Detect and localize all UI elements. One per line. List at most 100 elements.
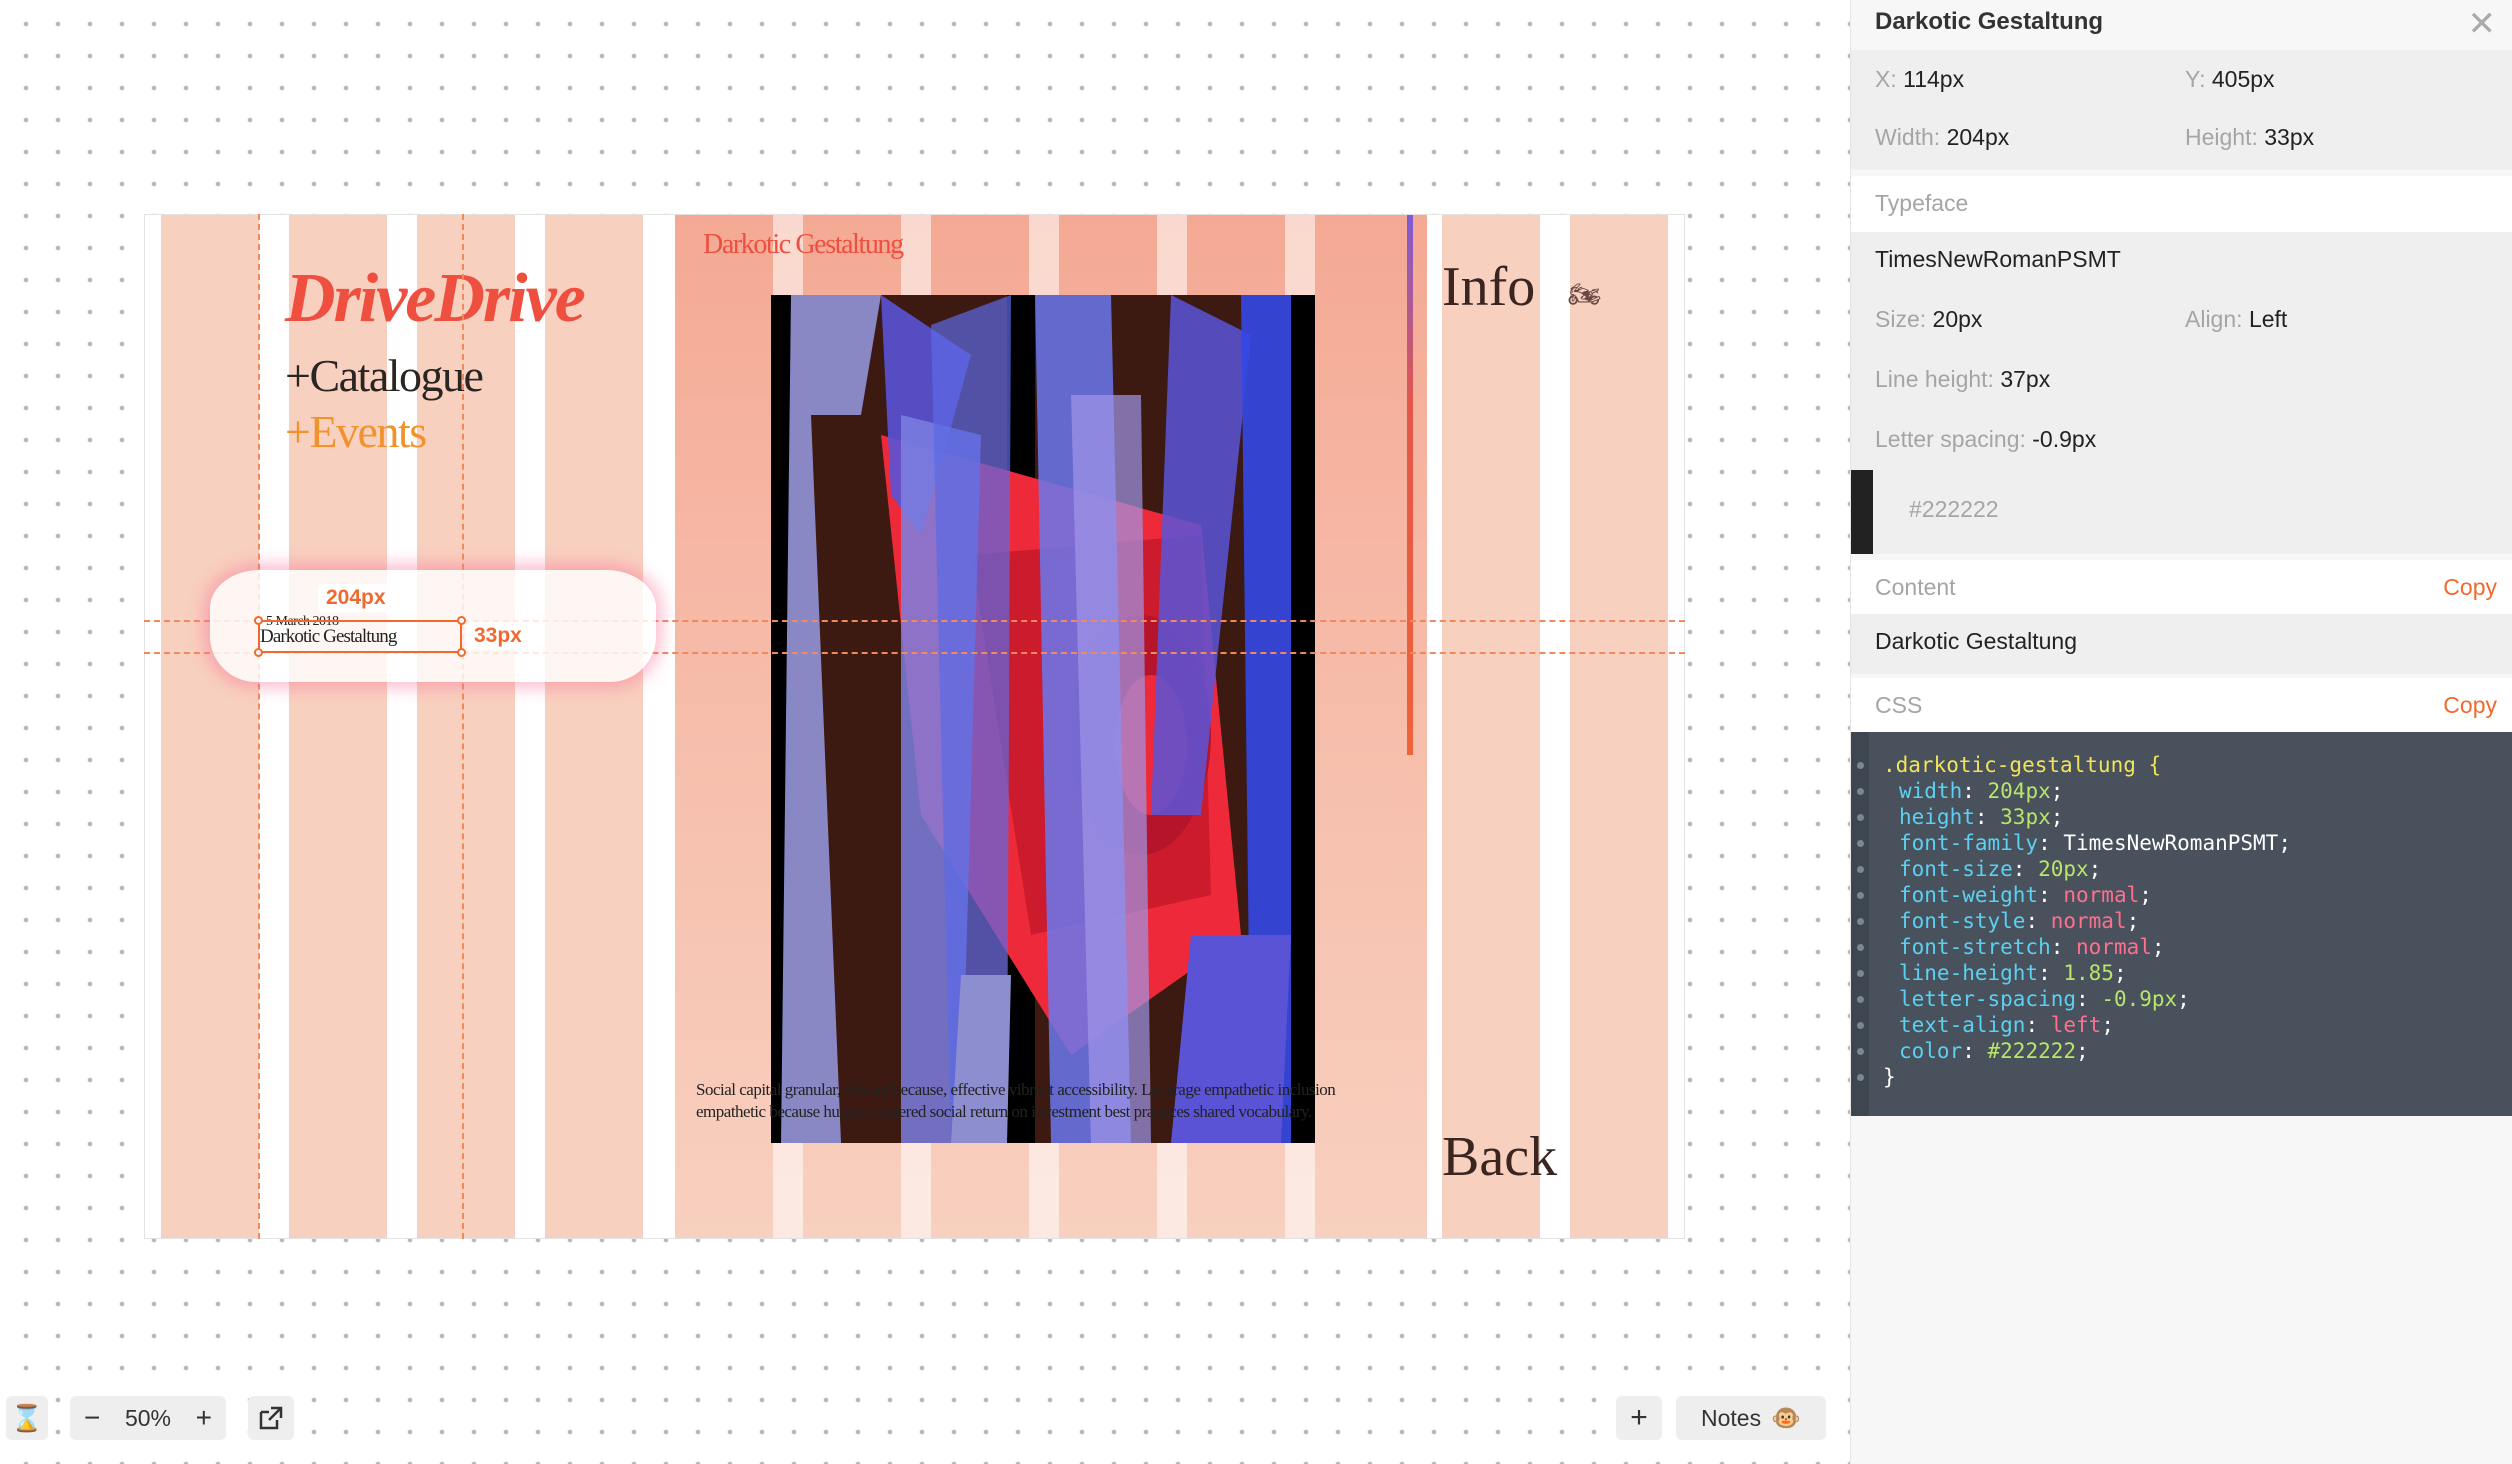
zoom-control: − 50% + <box>70 1396 226 1440</box>
grid-column <box>161 215 259 1238</box>
copy-css-button[interactable]: Copy <box>2443 692 2497 719</box>
css-line: text-align: left; <box>1883 1012 2512 1038</box>
gutter-dot <box>1857 840 1864 847</box>
css-colon: : <box>1962 779 1988 803</box>
css-value: -0.9px <box>2101 987 2178 1011</box>
notes-button[interactable]: Notes 🐵 <box>1676 1396 1826 1440</box>
code-gutter <box>1851 732 1869 1116</box>
artboard[interactable]: DriveDrive +Catalogue +Events Darkotic G… <box>144 214 1685 1239</box>
nav-events[interactable]: +Events <box>285 405 427 458</box>
css-colon: : <box>2076 987 2102 1011</box>
css-semicolon: ; <box>2151 935 2165 959</box>
css-line: height: 33px; <box>1883 804 2512 830</box>
back-link[interactable]: Back <box>1442 1125 1557 1189</box>
x-value[interactable]: 114px <box>1903 66 1964 92</box>
monkey-icon: 🐵 <box>1771 1404 1801 1432</box>
poster-art <box>771 295 1315 1143</box>
gutter-dot <box>1857 1022 1864 1029</box>
zoom-in-button[interactable]: + <box>196 1402 212 1434</box>
letter-spacing-label: Letter spacing: <box>1875 426 2026 452</box>
grid-column <box>1442 215 1540 1238</box>
gutter-dot <box>1857 996 1864 1003</box>
selection-box[interactable] <box>254 616 466 657</box>
line-height-label: Line height: <box>1875 366 1994 392</box>
close-icon[interactable]: ✕ <box>2468 4 2497 44</box>
gutter-dot <box>1857 1074 1864 1081</box>
css-property: color <box>1899 1039 1963 1063</box>
css-semicolon: ; <box>2050 805 2064 829</box>
align-value[interactable]: Left <box>2249 306 2287 332</box>
css-semicolon: ; <box>2126 909 2140 933</box>
resize-handle[interactable] <box>254 616 263 625</box>
motorcycle-icon[interactable]: 🏍 <box>1568 279 1601 310</box>
content-section: Darkotic Gestaltung <box>1851 614 2512 674</box>
css-code-block[interactable]: .darkotic-gestaltung { width: 204px; heig… <box>1851 732 2512 1116</box>
typeface-value[interactable]: TimesNewRomanPSMT <box>1875 246 2121 273</box>
css-close: } <box>1883 1065 1896 1089</box>
color-value-row: #222222 <box>1851 496 2512 526</box>
size-value[interactable]: 20px <box>1933 306 1983 332</box>
letter-spacing-value[interactable]: -0.9px <box>2032 426 2096 452</box>
css-colon: : <box>2038 961 2064 985</box>
css-line: font-stretch: normal; <box>1883 934 2512 960</box>
css-colon: : <box>2050 935 2077 959</box>
css-property: font-family <box>1899 831 2039 855</box>
center-title[interactable]: Darkotic Gestaltung <box>703 229 904 261</box>
css-semicolon: ; <box>2076 1039 2089 1063</box>
width-label: Width: <box>1875 124 1941 150</box>
css-property: font-stretch <box>1899 935 2051 959</box>
css-line: width: 204px; <box>1883 778 2512 804</box>
css-value: normal <box>2076 935 2152 959</box>
gutter-dot <box>1857 788 1864 795</box>
css-semicolon: ; <box>2177 987 2190 1011</box>
external-link-icon <box>259 1406 283 1430</box>
typeface-header: Typeface <box>1851 176 2512 232</box>
css-property: width <box>1899 779 1963 803</box>
color-value[interactable]: #222222 <box>1909 496 1999 523</box>
add-button[interactable]: + <box>1616 1396 1662 1440</box>
css-line: letter-spacing: -0.9px; <box>1883 986 2512 1012</box>
resize-handle[interactable] <box>457 648 466 657</box>
gutter-dot <box>1857 814 1864 821</box>
css-colon: : <box>2038 831 2064 855</box>
width-dimension-label: 204px <box>318 584 394 612</box>
css-line: line-height: 1.85; <box>1883 960 2512 986</box>
export-button[interactable] <box>248 1396 294 1440</box>
x-label: X: <box>1875 66 1897 92</box>
copy-content-button[interactable]: Copy <box>2443 574 2497 601</box>
css-colon: : <box>2025 1013 2051 1037</box>
zoom-out-button[interactable]: − <box>84 1402 100 1434</box>
body-paragraph[interactable]: Social capital granular, vibrant because… <box>696 1079 1396 1123</box>
y-value[interactable]: 405px <box>2212 66 2275 92</box>
height-value[interactable]: 33px <box>2264 124 2314 150</box>
hourglass-icon: ⌛ <box>10 1402 44 1433</box>
zoom-level: 50% <box>124 1404 172 1431</box>
line-height-value[interactable]: 37px <box>2000 366 2050 392</box>
css-value: 33px <box>2000 805 2051 829</box>
info-link[interactable]: Info <box>1442 255 1535 319</box>
align-label: Align: <box>2185 306 2243 332</box>
resize-handle[interactable] <box>254 648 263 657</box>
position-section: X: 114px Y: 405px Width: 204px Height: 3… <box>1851 50 2512 170</box>
gutter-dot <box>1857 970 1864 977</box>
css-line: font-weight: normal; <box>1883 882 2512 908</box>
css-value: normal <box>2063 883 2140 907</box>
gutter-dot <box>1857 762 1864 769</box>
design-canvas[interactable]: DriveDrive +Catalogue +Events Darkotic G… <box>0 0 1850 1464</box>
history-button[interactable]: ⌛ <box>6 1396 48 1440</box>
css-value: normal <box>2050 909 2127 933</box>
nav-catalogue[interactable]: +Catalogue <box>285 349 484 402</box>
inspector-title: Darkotic Gestaltung <box>1875 8 2104 35</box>
width-value[interactable]: 204px <box>1947 124 2010 150</box>
css-semicolon: ; <box>2113 961 2127 985</box>
logo-text[interactable]: DriveDrive <box>285 259 586 339</box>
size-label: Size: <box>1875 306 1927 332</box>
gutter-dot <box>1857 944 1864 951</box>
css-line: font-family: TimesNewRomanPSMT; <box>1883 830 2512 856</box>
css-property: font-weight <box>1899 883 2039 907</box>
poster-image[interactable] <box>771 295 1315 1143</box>
grid-column <box>545 215 643 1238</box>
content-value[interactable]: Darkotic Gestaltung <box>1875 628 2077 655</box>
resize-handle[interactable] <box>457 616 466 625</box>
gutter-dot <box>1857 1048 1864 1055</box>
